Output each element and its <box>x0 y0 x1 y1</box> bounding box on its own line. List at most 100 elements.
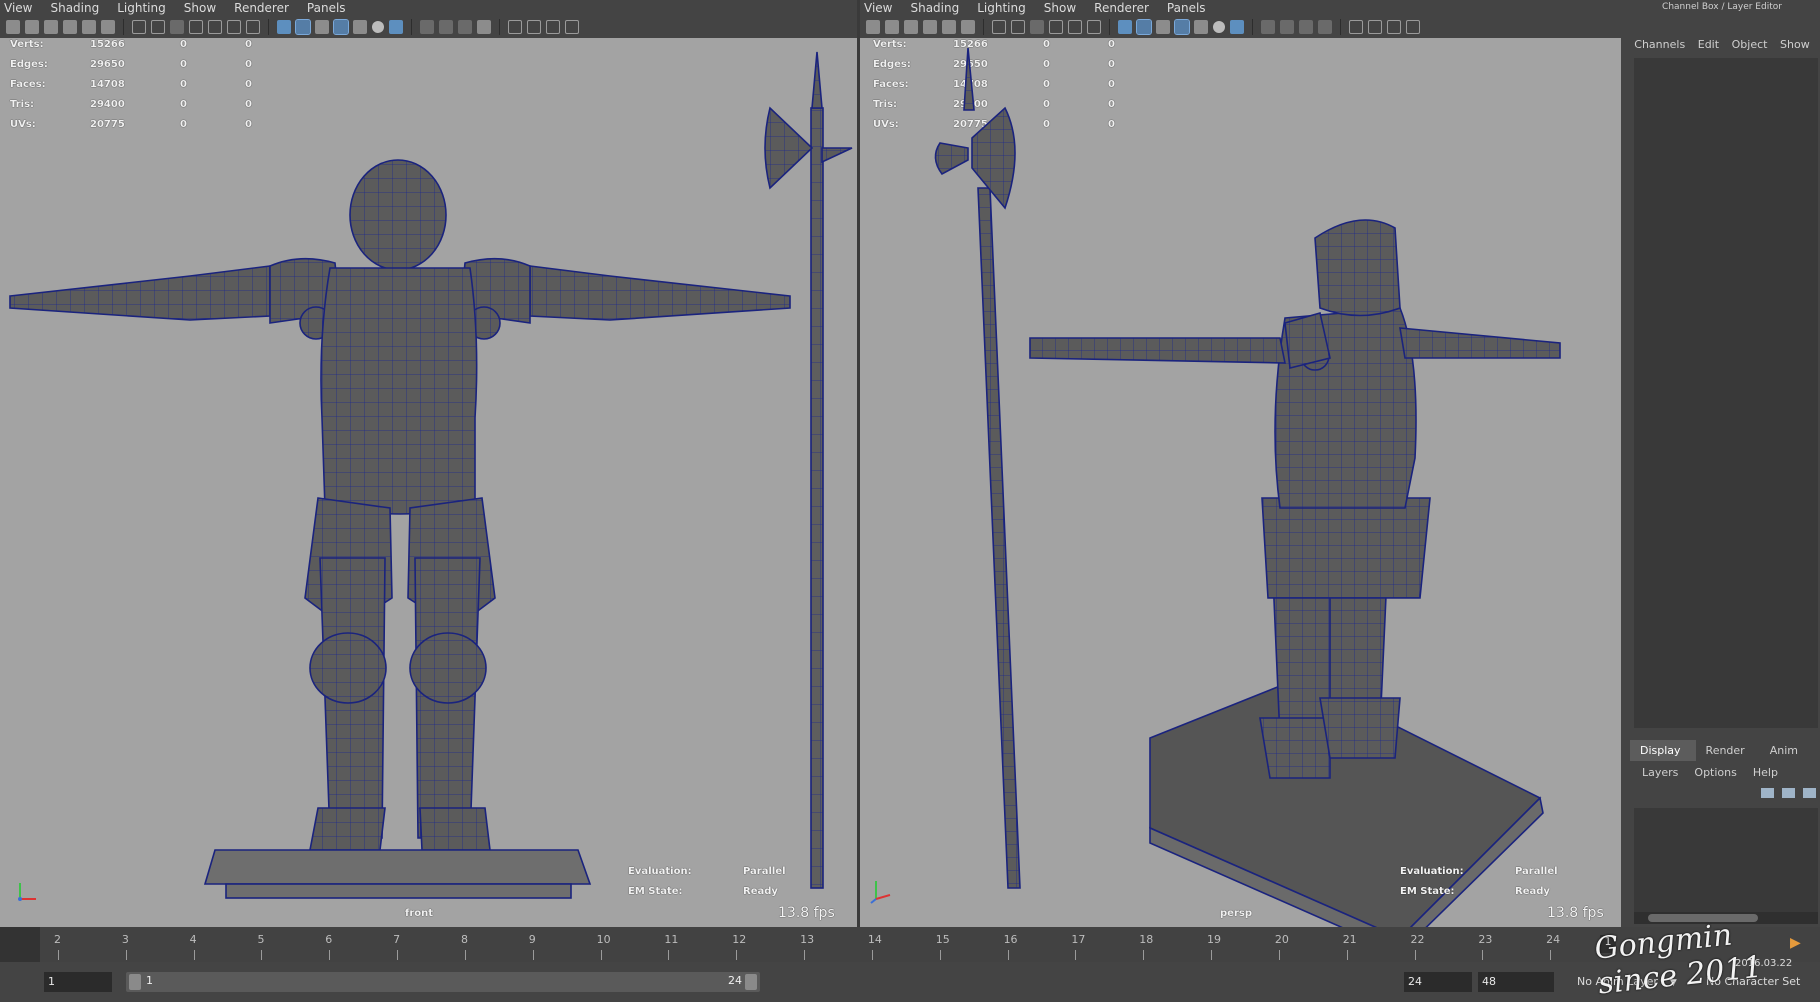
2d-pan-zoom-icon[interactable] <box>82 20 96 34</box>
motion-blur-icon[interactable] <box>1280 20 1294 34</box>
safe-action-icon[interactable] <box>227 20 241 34</box>
tab-render[interactable]: Render <box>1696 740 1760 761</box>
menu-lighting[interactable]: Lighting <box>117 1 166 15</box>
move-layer-up-icon[interactable] <box>1761 788 1774 798</box>
resolution-gate-icon[interactable] <box>1030 20 1044 34</box>
field-chart-icon[interactable] <box>1068 20 1082 34</box>
menu-layers[interactable]: Layers <box>1642 766 1678 779</box>
menu-lighting[interactable]: Lighting <box>977 1 1026 15</box>
toolbar-divider <box>499 19 500 35</box>
menu-panels[interactable]: Panels <box>307 1 346 15</box>
timeline-tick-label: 21 <box>1342 933 1357 946</box>
tab-anim[interactable]: Anim <box>1760 740 1813 761</box>
textured-icon[interactable] <box>1194 20 1208 34</box>
time-slider[interactable]: 2 3 4 5 6 7 8 9 10 11 12 13 14 15 16 17 18 19 20 21 22 23 24 1… <box>0 927 1820 962</box>
bookmark-icon[interactable] <box>904 20 918 34</box>
wireframe-on-shaded-icon[interactable] <box>333 19 349 35</box>
depth-of-field-icon[interactable] <box>477 20 491 34</box>
isolate-select-icon[interactable] <box>1349 20 1363 34</box>
camera-select-icon[interactable] <box>866 20 880 34</box>
grease-pencil-icon[interactable] <box>961 20 975 34</box>
menu-edit[interactable]: Edit <box>1698 38 1719 51</box>
time-ticks[interactable]: 2 3 4 5 6 7 8 9 10 11 12 13 14 15 16 17 18 19 20 21 22 23 24 <box>40 927 1600 962</box>
move-layer-down-icon[interactable] <box>1782 788 1795 798</box>
use-default-material-icon[interactable] <box>315 20 329 34</box>
menu-show[interactable]: Show <box>1044 1 1076 15</box>
multisample-aa-icon[interactable] <box>458 20 472 34</box>
resolution-gate-icon[interactable] <box>170 20 184 34</box>
shadows-icon[interactable] <box>1230 20 1244 34</box>
front-viewport[interactable]: View Shading Lighting Show Renderer Pane… <box>0 0 857 927</box>
safe-title-icon[interactable] <box>246 20 260 34</box>
grid-icon[interactable] <box>992 20 1006 34</box>
motion-blur-icon[interactable] <box>439 20 453 34</box>
menu-shading[interactable]: Shading <box>910 1 959 15</box>
use-default-material-icon[interactable] <box>1156 20 1170 34</box>
multisample-aa-icon[interactable] <box>1299 20 1313 34</box>
timeline-tick-label: 6 <box>325 933 333 946</box>
menu-object[interactable]: Object <box>1732 38 1768 51</box>
wireframe-icon[interactable] <box>277 20 291 34</box>
camera-select-icon[interactable] <box>6 20 20 34</box>
camera-attributes-icon[interactable] <box>885 20 899 34</box>
xray-components-icon[interactable] <box>1406 20 1420 34</box>
menu-show[interactable]: Show <box>1780 38 1810 51</box>
xray-icon[interactable] <box>1368 20 1382 34</box>
xray-joints-icon[interactable] <box>1387 20 1401 34</box>
end-frame-field[interactable]: 24 <box>1404 972 1472 992</box>
screen-space-ao-icon[interactable] <box>1261 20 1275 34</box>
textured-icon[interactable] <box>353 20 367 34</box>
image-plane-icon[interactable] <box>923 20 937 34</box>
grid-icon[interactable] <box>132 20 146 34</box>
grease-pencil-icon[interactable] <box>101 20 115 34</box>
shadows-icon[interactable] <box>389 20 403 34</box>
safe-action-icon[interactable] <box>1087 20 1101 34</box>
range-start-handle[interactable] <box>129 974 141 990</box>
smooth-shade-icon[interactable] <box>295 19 311 35</box>
hud-label: Evaluation: <box>1400 866 1464 877</box>
tab-display[interactable]: Display <box>1630 740 1696 761</box>
screen-space-ao-icon[interactable] <box>420 20 434 34</box>
range-end-handle[interactable] <box>745 974 757 990</box>
bookmark-icon[interactable] <box>44 20 58 34</box>
channel-list[interactable] <box>1634 58 1818 728</box>
menu-help[interactable]: Help <box>1753 766 1778 779</box>
layer-list[interactable] <box>1634 808 1818 912</box>
menu-renderer[interactable]: Renderer <box>1094 1 1149 15</box>
gate-mask-icon[interactable] <box>1049 20 1063 34</box>
toolbar-divider <box>268 19 269 35</box>
field-chart-icon[interactable] <box>208 20 222 34</box>
playback-range-bar[interactable]: 1 24 <box>126 972 760 992</box>
menu-shading[interactable]: Shading <box>50 1 99 15</box>
menu-channels[interactable]: Channels <box>1634 38 1685 51</box>
camera-attributes-icon[interactable] <box>25 20 39 34</box>
wireframe-on-shaded-icon[interactable] <box>1174 19 1190 35</box>
timeline-tick-mark <box>1482 950 1484 960</box>
xray-icon[interactable] <box>527 20 541 34</box>
start-frame-field[interactable]: 1 <box>44 972 112 992</box>
anim-end-frame-field[interactable]: 48 <box>1478 972 1554 992</box>
menu-view[interactable]: View <box>864 1 892 15</box>
toolbar-divider <box>123 19 124 35</box>
film-gate-icon[interactable] <box>1011 20 1025 34</box>
persp-viewport[interactable]: View Shading Lighting Show Renderer Pane… <box>860 0 1621 927</box>
menu-options[interactable]: Options <box>1694 766 1736 779</box>
timeline-tick-mark <box>1075 950 1077 960</box>
menu-panels[interactable]: Panels <box>1167 1 1206 15</box>
menu-renderer[interactable]: Renderer <box>234 1 289 15</box>
wireframe-icon[interactable] <box>1118 20 1132 34</box>
image-plane-icon[interactable] <box>63 20 77 34</box>
xray-components-icon[interactable] <box>565 20 579 34</box>
film-gate-icon[interactable] <box>151 20 165 34</box>
depth-of-field-icon[interactable] <box>1318 20 1332 34</box>
smooth-shade-icon[interactable] <box>1136 19 1152 35</box>
isolate-select-icon[interactable] <box>508 20 522 34</box>
2d-pan-zoom-icon[interactable] <box>942 20 956 34</box>
gate-mask-icon[interactable] <box>189 20 203 34</box>
xray-joints-icon[interactable] <box>546 20 560 34</box>
menu-show[interactable]: Show <box>184 1 216 15</box>
lighting-icon[interactable] <box>372 21 384 33</box>
new-layer-icon[interactable] <box>1803 788 1816 798</box>
menu-view[interactable]: View <box>4 1 32 15</box>
lighting-icon[interactable] <box>1213 21 1225 33</box>
